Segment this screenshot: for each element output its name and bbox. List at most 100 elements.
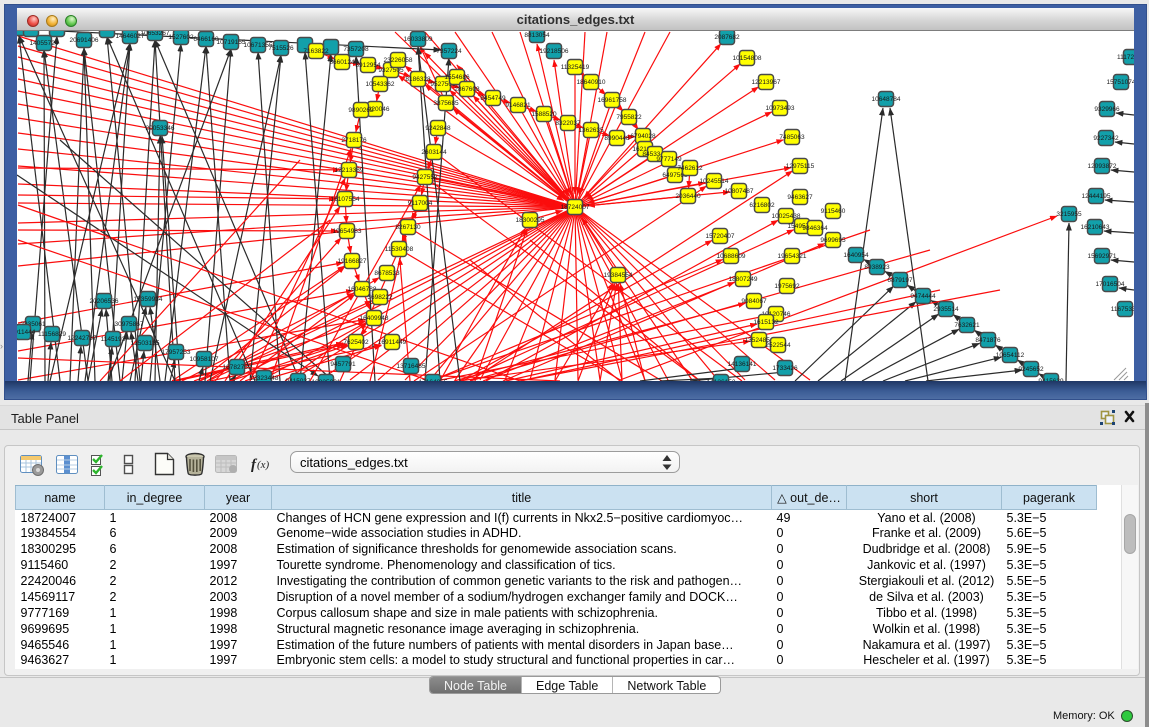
svg-text:9415037: 9415037 — [285, 378, 311, 381]
svg-text:8678533: 8678533 — [374, 270, 400, 277]
svg-text:9146821: 9146821 — [505, 102, 531, 109]
svg-text:10648784: 10648784 — [872, 96, 901, 103]
svg-text:10958107: 10958107 — [190, 356, 219, 363]
svg-text:7357208: 7357208 — [343, 46, 369, 53]
svg-text:2718176: 2718176 — [341, 137, 367, 144]
svg-text:23226058: 23226058 — [384, 57, 413, 64]
svg-text:10719155: 10719155 — [217, 39, 246, 46]
svg-text:9463627: 9463627 — [787, 194, 813, 201]
svg-text:7625402: 7625402 — [343, 339, 369, 346]
svg-text:19384554: 19384554 — [604, 272, 633, 279]
svg-text:7515526: 7515526 — [268, 45, 294, 52]
svg-text:7632621: 7632621 — [954, 322, 980, 329]
svg-text:2087682: 2087682 — [714, 34, 740, 41]
svg-text:19654983: 19654983 — [333, 228, 362, 235]
svg-text:8471876: 8471876 — [975, 337, 1001, 344]
svg-text:20053346: 20053346 — [146, 125, 175, 132]
svg-text:6216802: 6216802 — [749, 202, 775, 209]
svg-text:10245514: 10245514 — [700, 178, 729, 185]
svg-text:12323448: 12323448 — [250, 375, 279, 381]
svg-text:9227342: 9227342 — [1093, 135, 1119, 142]
svg-text:1615132: 1615132 — [753, 319, 779, 326]
svg-text:16409948: 16409948 — [360, 315, 389, 322]
svg-text:8990448: 8990448 — [604, 135, 630, 142]
svg-text:9457791: 9457791 — [330, 361, 356, 368]
svg-text:2603144: 2603144 — [421, 149, 447, 156]
svg-text:9245652: 9245652 — [1018, 366, 1044, 373]
svg-text:8322037: 8322037 — [555, 120, 581, 127]
svg-text:10807487: 10807487 — [725, 188, 754, 195]
svg-text:20206536: 20206536 — [90, 298, 119, 305]
svg-text:12444195: 12444195 — [1082, 193, 1111, 200]
svg-text:1145193: 1145193 — [101, 336, 126, 343]
svg-text:12975115: 12975115 — [786, 163, 815, 170]
svg-text:1975692: 1975692 — [774, 283, 800, 290]
svg-text:8813054: 8813054 — [524, 32, 550, 39]
svg-text:11675331: 11675331 — [1111, 306, 1134, 313]
svg-text:9846364: 9846364 — [802, 225, 828, 232]
svg-text:17359934: 17359934 — [134, 296, 163, 303]
svg-text:12242737: 12242737 — [68, 335, 97, 342]
svg-text:7485063: 7485063 — [779, 134, 805, 141]
svg-text:1640954: 1640954 — [843, 252, 869, 259]
svg-text:15720407: 15720407 — [706, 233, 735, 240]
svg-text:10688609: 10688609 — [717, 253, 746, 260]
svg-text:10543362: 10543362 — [366, 81, 395, 88]
svg-text:12213389: 12213389 — [335, 167, 364, 174]
svg-text:9242848: 9242848 — [425, 125, 451, 132]
svg-text:6879197: 6879197 — [887, 277, 913, 284]
svg-text:9427552: 9427552 — [412, 174, 438, 181]
svg-text:7955822: 7955822 — [616, 114, 642, 121]
svg-text:11325419: 11325419 — [561, 64, 590, 71]
svg-text:19654321: 19654321 — [778, 253, 807, 260]
svg-text:16782759: 16782759 — [223, 364, 252, 371]
svg-text:14136152: 14136152 — [707, 379, 736, 381]
svg-text:8454749: 8454749 — [480, 95, 506, 102]
svg-text:10835091: 10835091 — [312, 379, 341, 381]
svg-text:9777149: 9777149 — [656, 156, 682, 163]
svg-text:17957253: 17957253 — [162, 349, 191, 356]
svg-text:12093872: 12093872 — [1088, 163, 1117, 170]
svg-text:(x): (x) — [257, 459, 270, 471]
svg-text:18300295: 18300295 — [516, 217, 545, 224]
svg-text:14055724: 14055724 — [30, 40, 59, 47]
svg-text:12503135: 12503135 — [131, 340, 160, 347]
svg-text:16911449: 16911449 — [378, 339, 407, 346]
svg-text:8660124: 8660124 — [329, 59, 355, 66]
svg-text:12213967: 12213967 — [752, 79, 781, 86]
svg-text:3698222: 3698222 — [367, 294, 393, 301]
svg-text:16033809: 16033809 — [404, 36, 433, 43]
svg-text:3875685: 3875685 — [433, 100, 459, 107]
svg-text:9115460: 9115460 — [821, 208, 846, 215]
svg-text:1554686: 1554686 — [444, 74, 470, 81]
svg-text:30975867: 30975867 — [115, 321, 144, 328]
svg-text:18724007: 18724007 — [561, 204, 590, 211]
svg-text:9084067: 9084067 — [741, 298, 767, 305]
svg-text:6466160: 6466160 — [193, 36, 219, 43]
svg-text:8267130: 8267130 — [395, 224, 421, 231]
svg-text:10973493: 10973493 — [766, 105, 795, 112]
svg-text:1362635: 1362635 — [578, 127, 604, 134]
svg-text:9890262: 9890262 — [348, 107, 374, 114]
svg-text:2867608: 2867608 — [454, 86, 480, 93]
svg-text:10653267: 10653267 — [141, 31, 170, 37]
svg-text:15751074: 15751074 — [1107, 79, 1134, 86]
svg-text:11530408: 11530408 — [385, 246, 414, 253]
svg-text:20691406: 20691406 — [70, 37, 99, 44]
svg-text:8938923: 8938923 — [864, 264, 890, 271]
svg-text:18807249: 18807249 — [729, 276, 758, 283]
svg-text:10154808: 10154808 — [733, 55, 762, 62]
svg-text:7163822: 7163822 — [303, 48, 329, 55]
svg-text:9415639: 9415639 — [1038, 378, 1064, 381]
svg-text:13716485: 13716485 — [397, 363, 426, 370]
svg-text:2522544: 2522544 — [765, 342, 791, 349]
svg-text:17016504: 17016504 — [1096, 281, 1125, 288]
svg-text:6794028: 6794028 — [630, 133, 656, 140]
svg-text:11156829: 11156829 — [38, 331, 66, 338]
svg-text:19166827: 19166827 — [338, 258, 367, 265]
svg-text:9699695: 9699695 — [820, 237, 846, 244]
svg-text:1733426: 1733426 — [772, 365, 798, 372]
svg-text:2036440: 2036440 — [675, 193, 701, 200]
svg-text:19218506: 19218506 — [540, 48, 569, 55]
svg-text:7462612: 7462612 — [677, 165, 703, 172]
